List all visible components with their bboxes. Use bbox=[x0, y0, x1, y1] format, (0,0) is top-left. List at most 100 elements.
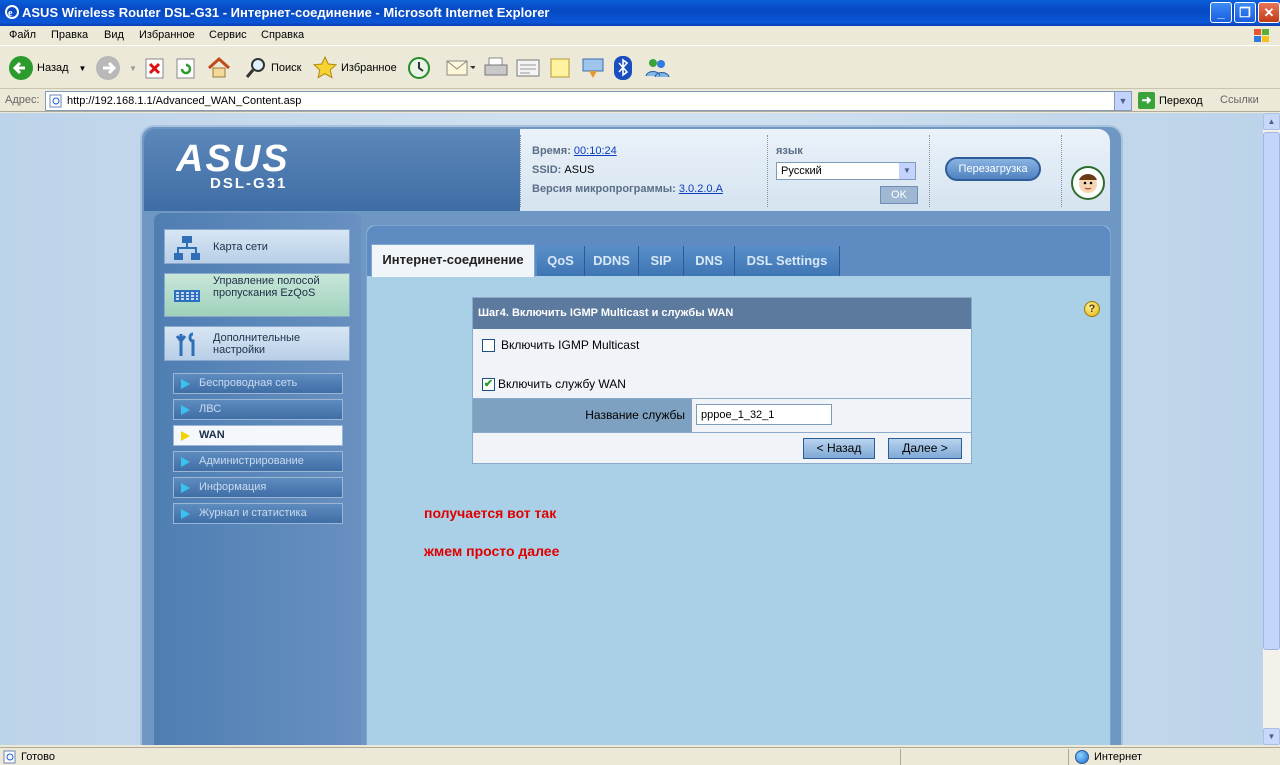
router-frame: ASUS DSL-G31 Время: 00:10:24 SSID: ASUS … bbox=[140, 125, 1123, 745]
address-label: Адрес: bbox=[5, 94, 40, 106]
forward-button[interactable]: ▼ bbox=[95, 54, 137, 82]
sidebar-item-log[interactable]: Журнал и статистика bbox=[173, 503, 343, 524]
sidebar-item-wireless[interactable]: Беспроводная сеть bbox=[173, 373, 343, 394]
bluetooth-button[interactable] bbox=[613, 54, 633, 82]
sidebar-item-advanced[interactable]: Дополнительные настройки bbox=[164, 326, 350, 361]
tools-icon bbox=[175, 332, 195, 356]
mascot-icon bbox=[1071, 166, 1105, 200]
tab-ddns[interactable]: DDNS bbox=[585, 246, 639, 276]
tab-internet-connection[interactable]: Интернет-соединение bbox=[371, 244, 535, 277]
print-button[interactable] bbox=[483, 54, 509, 82]
divider bbox=[473, 432, 971, 433]
sidebar: Карта сети Управление полосой пропускани… bbox=[154, 213, 361, 745]
reboot-button[interactable]: Перезагрузка bbox=[945, 157, 1041, 181]
sidebar-item-information[interactable]: Информация bbox=[173, 477, 343, 498]
address-dropdown-icon[interactable]: ▼ bbox=[1114, 92, 1131, 110]
tab-dns[interactable]: DNS bbox=[684, 246, 735, 276]
back-label: Назад bbox=[37, 62, 69, 74]
language-select[interactable]: Русский ▼ bbox=[776, 162, 916, 180]
service-name-label: Название службы bbox=[585, 408, 685, 422]
chevron-down-icon: ▼ bbox=[899, 163, 915, 179]
sidebar-item-network-map[interactable]: Карта сети bbox=[164, 229, 350, 264]
page-icon bbox=[3, 750, 16, 764]
help-icon[interactable]: ? bbox=[1084, 301, 1100, 317]
system-info: Время: 00:10:24 SSID: ASUS Версия микроп… bbox=[532, 145, 723, 202]
search-button[interactable]: Поиск bbox=[244, 54, 301, 82]
forward-dropdown-icon[interactable]: ▼ bbox=[129, 64, 137, 73]
address-url: http://192.168.1.1/Advanced_WAN_Content.… bbox=[67, 95, 302, 107]
close-button[interactable]: ✕ bbox=[1258, 2, 1280, 23]
divider bbox=[767, 135, 768, 207]
toolbar: Назад ▼ ▼ Поиск Избранное bbox=[0, 47, 1280, 89]
refresh-button[interactable] bbox=[176, 54, 196, 82]
stop-button[interactable] bbox=[145, 54, 165, 82]
go-button[interactable]: ➜ Переход bbox=[1138, 92, 1203, 109]
sidebar-item-label: Беспроводная сеть bbox=[199, 377, 298, 389]
messenger-button[interactable] bbox=[580, 54, 606, 82]
favorites-label: Избранное bbox=[341, 62, 397, 74]
firmware-label: Версия микропрограммы: bbox=[532, 183, 676, 195]
triangle-right-icon bbox=[181, 483, 190, 493]
scroll-down-icon[interactable]: ▼ bbox=[1263, 728, 1280, 745]
window-title-bar: e ASUS Wireless Router DSL-G31 - Интерне… bbox=[0, 0, 1280, 26]
links-button[interactable]: Ссылки bbox=[1220, 94, 1259, 106]
language-selected: Русский bbox=[781, 165, 822, 177]
refresh-icon bbox=[176, 58, 195, 79]
edit-button[interactable] bbox=[515, 54, 541, 82]
igmp-multicast-checkbox[interactable] bbox=[482, 339, 495, 352]
time-value-link[interactable]: 00:10:24 bbox=[574, 145, 617, 157]
menu-help[interactable]: Справка bbox=[261, 29, 304, 41]
home-icon bbox=[207, 56, 231, 78]
history-icon bbox=[408, 57, 430, 79]
sidebar-item-wan[interactable]: WAN bbox=[173, 425, 343, 446]
menu-view[interactable]: Вид bbox=[104, 29, 124, 41]
stop-icon bbox=[145, 58, 164, 79]
mail-button[interactable] bbox=[445, 54, 475, 82]
sidebar-item-label: Карта сети bbox=[213, 241, 268, 253]
annotation-text: получается вот так bbox=[424, 505, 557, 521]
maximize-button[interactable]: ❐ bbox=[1234, 2, 1256, 23]
history-button[interactable] bbox=[406, 54, 432, 82]
menu-edit[interactable]: Правка bbox=[51, 29, 88, 41]
annotation-text: жмем просто далее bbox=[424, 543, 560, 559]
igmp-multicast-label: Включить IGMP Multicast bbox=[501, 338, 640, 352]
service-name-input[interactable] bbox=[696, 404, 832, 425]
menu-bar: Файл Правка Вид Избранное Сервис Справка bbox=[0, 26, 1280, 46]
asus-logo: ASUS bbox=[176, 141, 288, 173]
search-icon bbox=[245, 58, 265, 78]
menu-favorites[interactable]: Избранное bbox=[139, 29, 195, 41]
sidebar-item-ezqos[interactable]: Управление полосой пропускания EzQoS bbox=[164, 273, 350, 317]
tab-bar: Интернет-соединение QoS DDNS SIP DNS DSL… bbox=[367, 226, 1110, 277]
vertical-scrollbar[interactable]: ▲ ▼ bbox=[1263, 113, 1280, 745]
go-label: Переход bbox=[1159, 94, 1203, 107]
firmware-version-link[interactable]: 3.0.2.0.A bbox=[679, 183, 723, 195]
language-ok-button[interactable]: OK bbox=[880, 186, 918, 204]
next-step-button[interactable]: Далее > bbox=[888, 438, 962, 459]
back-dropdown-icon[interactable]: ▼ bbox=[79, 64, 87, 73]
sidebar-item-label: Администрирование bbox=[199, 455, 304, 467]
wan-service-checkbox[interactable]: ✔ bbox=[482, 378, 495, 391]
sidebar-item-administration[interactable]: Администрирование bbox=[173, 451, 343, 472]
home-button[interactable] bbox=[207, 54, 231, 82]
back-step-button[interactable]: < Назад bbox=[803, 438, 875, 459]
service-name-row: Название службы bbox=[473, 399, 971, 432]
minimize-button[interactable]: _ bbox=[1210, 2, 1232, 23]
scroll-thumb[interactable] bbox=[1263, 132, 1280, 650]
discuss-button[interactable] bbox=[549, 54, 573, 82]
back-button[interactable]: Назад ▼ bbox=[8, 54, 86, 82]
favorites-button[interactable]: Избранное bbox=[312, 54, 397, 82]
tab-sip[interactable]: SIP bbox=[639, 246, 684, 276]
security-zone: Интернет bbox=[1094, 751, 1142, 763]
menu-tools[interactable]: Сервис bbox=[209, 29, 247, 41]
address-input[interactable]: http://192.168.1.1/Advanced_WAN_Content.… bbox=[45, 91, 1132, 111]
svg-text:e: e bbox=[8, 8, 13, 19]
scroll-up-icon[interactable]: ▲ bbox=[1263, 113, 1280, 130]
tab-qos[interactable]: QoS bbox=[537, 246, 585, 276]
divider bbox=[1061, 135, 1062, 207]
menu-file[interactable]: Файл bbox=[9, 29, 36, 41]
go-arrow-icon: ➜ bbox=[1138, 92, 1155, 109]
sidebar-item-lan[interactable]: ЛВС bbox=[173, 399, 343, 420]
wan-step4-form: Шаг4. Включить IGMP Multicast и службы W… bbox=[472, 297, 972, 464]
contacts-button[interactable] bbox=[643, 54, 671, 82]
tab-dsl-settings[interactable]: DSL Settings bbox=[735, 246, 840, 276]
